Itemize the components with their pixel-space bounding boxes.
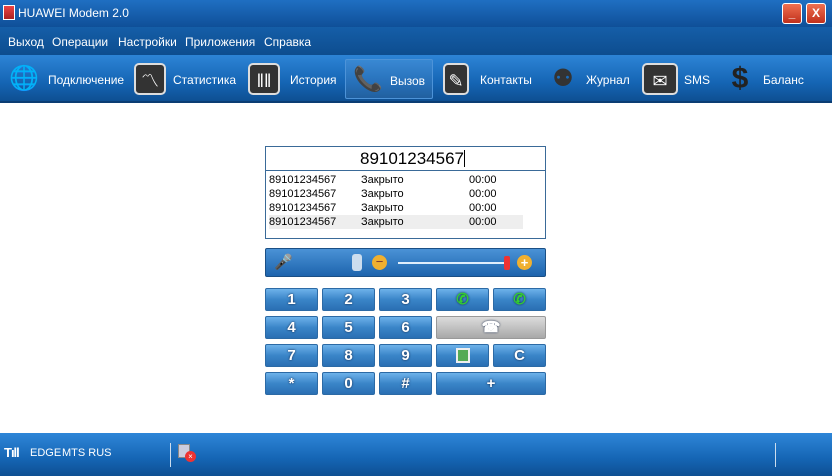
dialed-number: 89101234567	[359, 149, 464, 168]
key-2[interactable]: 2	[322, 288, 375, 311]
call-log-row[interactable]: 89101234567 Закрыто 00:00	[269, 187, 523, 201]
menu-help[interactable]: Справка	[264, 35, 311, 49]
volume-slider[interactable]	[398, 262, 510, 264]
tab-history[interactable]: ‖‖ История	[246, 59, 338, 99]
call-log-row[interactable]: 89101234567 Закрыто 00:00	[269, 215, 523, 229]
people-icon: ⚉	[552, 65, 574, 92]
tab-label: Вызов	[390, 74, 426, 88]
menu-applications[interactable]: Приложения	[185, 35, 255, 49]
tab-label: Баланс	[763, 73, 804, 87]
menu-settings[interactable]: Настройки	[118, 35, 177, 49]
key-star[interactable]: *	[265, 372, 318, 395]
menu-exit[interactable]: Выход	[8, 35, 44, 49]
key-8[interactable]: 8	[322, 344, 375, 367]
key-3[interactable]: 3	[379, 288, 432, 311]
microphone-icon[interactable]: 🎤	[274, 253, 293, 271]
call-log-row[interactable]: 89101234567 Закрыто 00:00	[269, 201, 523, 215]
volume-bar: 🎤 − +	[265, 248, 546, 277]
globe-icon: 🌐	[9, 65, 39, 92]
pen-icon: ✎	[443, 63, 469, 95]
video-call-button[interactable]: ✆	[493, 288, 546, 311]
speaker-icon	[352, 254, 362, 271]
tab-balance[interactable]: $ Баланс	[722, 59, 812, 99]
volume-up-button[interactable]: +	[517, 255, 532, 270]
status-bar: Tıll EDGE MTS RUS ×	[0, 433, 832, 476]
history-icon: ‖‖	[248, 63, 280, 95]
number-input[interactable]: 89101234567	[266, 147, 545, 171]
tab-contacts[interactable]: ✎ Контакты	[441, 59, 536, 99]
tab-label: Статистика	[173, 73, 237, 87]
contact-card-icon	[455, 348, 470, 363]
chart-icon: 〽	[134, 63, 166, 95]
network-type: EDGE	[30, 447, 62, 459]
tab-sms[interactable]: ✉ SMS	[640, 59, 712, 99]
tab-call[interactable]: 📞 Вызов	[345, 59, 433, 99]
tab-journal[interactable]: ⚉ Журнал	[545, 59, 633, 99]
tab-label: SMS	[684, 73, 711, 87]
tab-label: Журнал	[586, 73, 630, 87]
window-title: HUAWEI Modem 2.0	[18, 6, 129, 20]
toolbar: 🌐 Подключение 〽 Статистика ‖‖ История 📞 Вызо…	[0, 55, 832, 103]
menu-operations[interactable]: Операции	[52, 35, 108, 49]
key-hash[interactable]: #	[379, 372, 432, 395]
contacts-button[interactable]	[436, 344, 489, 367]
key-0[interactable]: 0	[322, 372, 375, 395]
close-button[interactable]: X	[806, 3, 826, 24]
key-7[interactable]: 7	[265, 344, 318, 367]
call-display: 89101234567 89101234567 Закрыто 00:00 8910…	[265, 146, 546, 239]
phone-icon: 📞	[353, 66, 383, 93]
clear-button[interactable]: C	[493, 344, 546, 367]
menu-bar: Выход Операции Настройки Приложения Спра…	[0, 27, 832, 55]
call-button[interactable]: ✆	[436, 288, 489, 311]
tab-label: Контакты	[480, 73, 532, 87]
video-call-icon: ✆	[513, 291, 526, 308]
operator-name: MTS RUS	[62, 447, 112, 459]
tab-label: История	[290, 73, 337, 87]
app-logo-icon	[3, 5, 15, 20]
minimize-button[interactable]: _	[782, 3, 802, 24]
hang-up-icon: ☎	[481, 319, 501, 336]
call-log-row[interactable]: 89101234567 Закрыто 00:00	[269, 173, 523, 187]
phone-green-icon: ✆	[456, 291, 469, 308]
title-bar: HUAWEI Modem 2.0 _ X	[0, 0, 832, 27]
error-badge-icon: ×	[185, 451, 196, 462]
hang-up-button[interactable]: ☎	[436, 316, 546, 339]
envelope-icon: ✉	[642, 63, 678, 95]
key-4[interactable]: 4	[265, 316, 318, 339]
tab-statistics[interactable]: 〽 Статистика	[132, 59, 237, 99]
key-1[interactable]: 1	[265, 288, 318, 311]
dollar-icon: $	[731, 62, 749, 95]
volume-down-button[interactable]: −	[372, 255, 387, 270]
key-5[interactable]: 5	[322, 316, 375, 339]
tab-label: Подключение	[48, 73, 125, 87]
tab-connection[interactable]: 🌐 Подключение	[6, 59, 125, 99]
key-plus[interactable]: +	[436, 372, 546, 395]
key-6[interactable]: 6	[379, 316, 432, 339]
key-9[interactable]: 9	[379, 344, 432, 367]
volume-slider-thumb[interactable]	[504, 256, 510, 270]
signal-strength-icon: Tıll	[4, 445, 20, 460]
